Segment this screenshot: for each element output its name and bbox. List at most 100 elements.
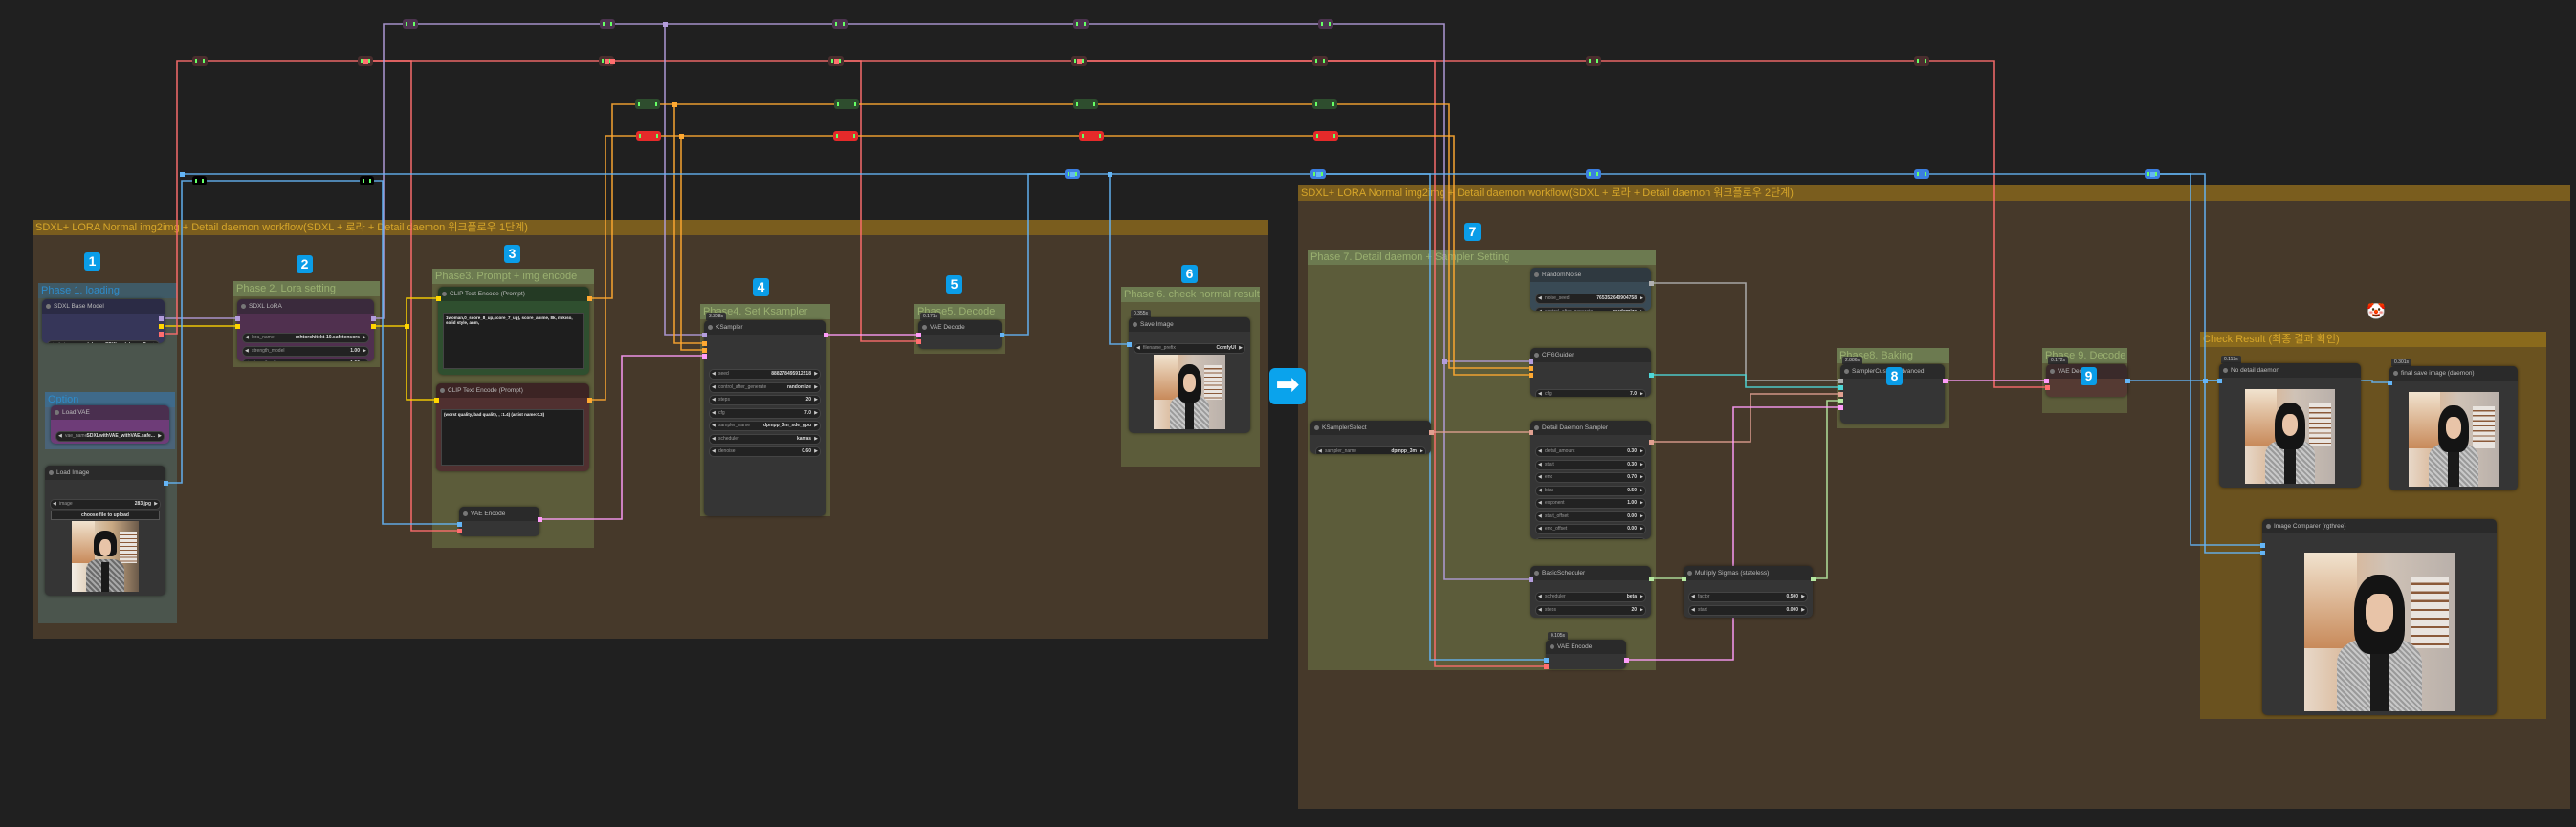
node-title[interactable]: KSamplerSelect <box>1310 421 1431 435</box>
reroute-node[interactable] <box>1312 56 1328 66</box>
node-title[interactable]: Load VAE <box>51 405 169 420</box>
node-loadimg[interactable]: Load Image image 283.jpg choose file to upl… <box>45 466 165 596</box>
widget-exponent[interactable]: exponent 1.00 <box>1535 498 1646 509</box>
port-model[interactable] <box>234 316 240 321</box>
wire-image[interactable] <box>1318 173 2262 546</box>
node-title[interactable]: Multiply Sigmas (stateless) <box>1684 566 1813 580</box>
widget-noise-seed[interactable]: noise_seed 765352640904758 <box>1535 294 1646 304</box>
port-image[interactable] <box>2125 378 2130 383</box>
port-conditioning[interactable] <box>586 295 592 301</box>
prompt-textarea[interactable]: 1woman,0_score_8_up,score_7_up), score_a… <box>443 313 584 369</box>
port-latent[interactable] <box>701 353 707 359</box>
widget-sampler-name[interactable]: sampler_name dpmpp_3m <box>1315 446 1426 454</box>
widget-bias[interactable]: bias 0.50 <box>1535 485 1646 496</box>
widget-start[interactable]: start 0.30 <box>1535 459 1646 470</box>
widget-vae-name[interactable]: vae_nameSDXLwithVAE_withVAE.safe... <box>55 431 165 442</box>
node-save1[interactable]: Save Image filename_prefix ComfyUI <box>1129 317 1250 433</box>
node-title[interactable]: SDXL Base Model <box>42 299 165 314</box>
port-sigmas[interactable] <box>1681 576 1686 581</box>
node-vae[interactable]: Load VAE vae_nameSDXLwithVAE_withVAE.safe… <box>51 405 169 444</box>
node-title[interactable]: BasicScheduler <box>1530 566 1651 580</box>
widget-detail-amount[interactable]: detail_amount 0.30 <box>1535 446 1646 457</box>
port-clip[interactable] <box>158 323 164 329</box>
widget-filename-prefix[interactable]: filename_prefix ComfyUI <box>1134 343 1245 354</box>
port-sigmas[interactable] <box>1648 576 1654 581</box>
node-title[interactable]: RandomNoise <box>1530 268 1651 282</box>
reroute-node[interactable] <box>359 176 374 185</box>
widget-control-after-generate[interactable]: control_after_generate randomize <box>1535 306 1646 311</box>
node-vaeenc1[interactable]: VAE Encode <box>459 507 539 536</box>
port-vae[interactable] <box>363 58 368 64</box>
widget-scheduler[interactable]: scheduler beta <box>1535 592 1646 602</box>
widget-end-offset[interactable]: end_offset 0.00 <box>1535 524 1646 534</box>
port-latent[interactable] <box>823 332 828 337</box>
reroute-node[interactable] <box>403 19 418 29</box>
reroute-node[interactable] <box>1313 131 1338 141</box>
port-image[interactable] <box>2202 378 2208 383</box>
widget-scheduler[interactable]: scheduler karras <box>709 433 821 445</box>
widget-lora-name[interactable]: lora_name mhtorchitekt-10.safetensors <box>242 333 369 343</box>
port-image[interactable] <box>1543 657 1549 663</box>
port-image[interactable] <box>2387 380 2392 385</box>
port-sigmas[interactable] <box>1810 576 1816 581</box>
port-conditioning[interactable] <box>701 347 707 353</box>
prompt-textarea[interactable]: (worst quality, bad quality, , :1.4) (ar… <box>441 409 584 466</box>
reroute-node[interactable] <box>635 99 660 109</box>
wire-image[interactable] <box>2152 173 2219 381</box>
port-noise[interactable] <box>1838 378 1843 383</box>
wire-latent[interactable] <box>1626 406 1840 661</box>
node-title[interactable]: CFGGuider <box>1530 348 1651 362</box>
port-sampler[interactable] <box>1838 391 1843 397</box>
node-title[interactable]: No detail daemon <box>2219 363 2361 378</box>
node-title[interactable]: VAE Decode <box>918 320 1002 335</box>
port-image[interactable] <box>1107 171 1112 177</box>
widget-steps[interactable]: steps 20 <box>709 395 821 405</box>
widget-denoise[interactable]: denoise 0.60 <box>709 446 821 457</box>
widget-control-after-generate[interactable]: control_after_generate randomize <box>709 381 821 393</box>
node-title[interactable]: CLIP Text Encode (Prompt) <box>436 383 589 398</box>
node-title[interactable]: Load Image <box>45 466 165 480</box>
port-conditioning[interactable] <box>678 133 684 139</box>
port-vae[interactable] <box>456 528 462 533</box>
widget-strength-model[interactable]: strength_model 1.00 <box>242 345 369 357</box>
node-title[interactable]: Save Image <box>1129 317 1250 332</box>
node-title[interactable]: Detail Daemon Sampler <box>1530 421 1651 435</box>
wire-conditioning[interactable] <box>680 136 704 351</box>
reroute-node[interactable] <box>600 19 615 29</box>
widget-fade[interactable]: fade 0.00 <box>1535 536 1646 539</box>
port-image[interactable] <box>1069 171 1075 177</box>
port-image[interactable] <box>1126 341 1132 347</box>
port-model[interactable] <box>1528 577 1533 582</box>
widget-start-offset[interactable]: start_offset 0.00 <box>1535 511 1646 522</box>
reroute-node[interactable] <box>833 131 858 141</box>
reroute-node[interactable] <box>832 19 848 29</box>
port-model[interactable] <box>701 332 707 337</box>
widget-steps[interactable]: steps 20 <box>1535 604 1646 616</box>
port-latent[interactable] <box>1942 378 1948 383</box>
port-conditioning[interactable] <box>1528 365 1533 371</box>
reroute-node[interactable] <box>636 131 661 141</box>
port-image[interactable] <box>1315 171 1321 177</box>
port-conditioning[interactable] <box>586 397 592 403</box>
reroute-node[interactable] <box>1073 99 1098 109</box>
node-clippos[interactable]: CLIP Text Encode (Prompt) 1woman,0_score_… <box>438 287 589 375</box>
port-model[interactable] <box>1442 359 1447 364</box>
port-sigmas[interactable] <box>1838 398 1843 403</box>
port-clip[interactable] <box>404 323 409 329</box>
port-model[interactable] <box>662 21 668 27</box>
reroute-node[interactable] <box>192 56 208 66</box>
port-model[interactable] <box>1528 359 1533 364</box>
port-vae[interactable] <box>833 58 839 64</box>
reroute-node[interactable] <box>191 176 207 185</box>
wire-image[interactable] <box>182 173 1546 661</box>
node-vaeenc2[interactable]: VAE Encode <box>1546 640 1626 669</box>
wire-sampler[interactable] <box>1651 393 1840 443</box>
node-dd[interactable]: Detail Daemon Sampler detail_amount0.30st… <box>1530 421 1651 539</box>
port-image[interactable] <box>163 480 168 486</box>
port-sampler[interactable] <box>1428 429 1434 435</box>
node-cfg[interactable]: CFGGuider cfg 7.0 <box>1530 348 1651 397</box>
node-base[interactable]: SDXL Base Model ckpt_name sdxlanmeSDXL_sdx… <box>42 299 165 343</box>
reroute-node[interactable] <box>1312 99 1337 109</box>
node-vaedec1[interactable]: VAE Decode <box>918 320 1002 349</box>
node-title[interactable]: CLIP Text Encode (Prompt) <box>438 287 589 301</box>
